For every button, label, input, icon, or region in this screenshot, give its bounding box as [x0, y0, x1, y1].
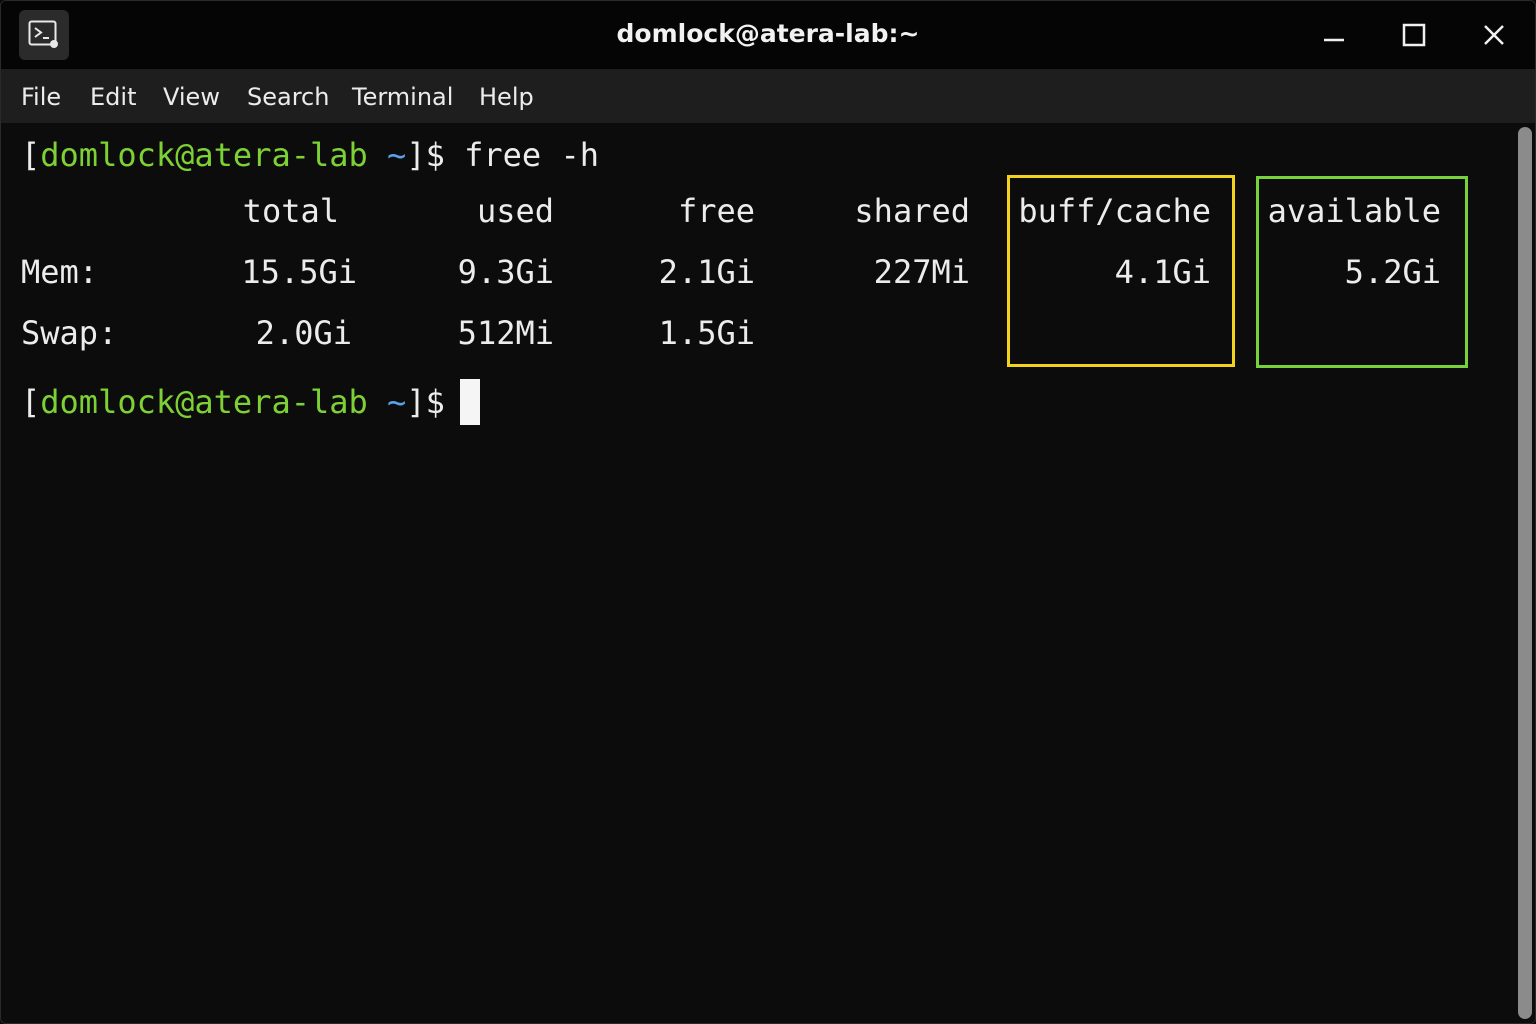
window-title: domlock@atera-lab:~ — [616, 19, 920, 48]
mem-total: 15.5Gi — [241, 253, 357, 291]
prompt-user-host: domlock@atera-lab — [40, 136, 368, 174]
swap-total: 2.0Gi — [255, 314, 352, 352]
close-icon — [1484, 25, 1504, 45]
command-line: [domlock@atera-lab ~]$ free -h — [21, 135, 599, 175]
header-shared: shared — [854, 192, 970, 230]
menu-search[interactable]: Search — [247, 69, 329, 123]
prompt-open-bracket: [ — [21, 136, 41, 174]
minimize-button[interactable] — [1312, 13, 1356, 57]
mem-used: 9.3Gi — [457, 253, 554, 291]
menu-terminal[interactable]: Terminal — [352, 69, 453, 123]
command-text: free -h — [464, 136, 599, 174]
menu-view[interactable]: View — [163, 69, 220, 123]
terminal-output[interactable]: [domlock@atera-lab ~]$ free -h total use… — [1, 123, 1513, 1023]
header-free: free — [677, 192, 755, 230]
mem-free: 2.1Gi — [658, 253, 755, 291]
row-label-mem: Mem: — [21, 253, 99, 291]
title-bar[interactable]: domlock@atera-lab:~ — [1, 1, 1535, 69]
maximize-button[interactable] — [1392, 13, 1436, 57]
menu-file[interactable]: File — [21, 69, 61, 123]
swap-free: 1.5Gi — [658, 314, 755, 352]
header-used: used — [476, 192, 554, 230]
available-highlight-box — [1256, 176, 1468, 368]
header-total: total — [242, 192, 339, 230]
scrollbar-thumb[interactable] — [1518, 127, 1532, 1019]
row-label-swap: Swap: — [21, 314, 118, 352]
prompt-dir: ~ — [387, 383, 407, 421]
maximize-icon — [1402, 23, 1426, 47]
buff-cache-highlight-box — [1007, 175, 1235, 367]
minimize-icon — [1324, 38, 1344, 42]
mem-shared: 227Mi — [873, 253, 970, 291]
prompt-close: ]$ — [406, 383, 445, 421]
menu-bar: File Edit View Search Terminal Help — [1, 69, 1535, 123]
menu-help[interactable]: Help — [479, 69, 534, 123]
prompt-open-bracket: [ — [21, 383, 41, 421]
prompt-user-host: domlock@atera-lab — [40, 383, 368, 421]
scrollbar[interactable] — [1513, 123, 1535, 1023]
prompt-close: ]$ — [406, 136, 445, 174]
menu-edit[interactable]: Edit — [90, 69, 136, 123]
terminal-window: domlock@atera-lab:~ File Edit View Searc… — [0, 0, 1536, 1024]
close-button[interactable] — [1472, 13, 1516, 57]
text-cursor — [460, 379, 480, 425]
swap-used: 512Mi — [457, 314, 554, 352]
prompt-line: [domlock@atera-lab ~]$ — [21, 382, 445, 422]
prompt-dir: ~ — [387, 136, 407, 174]
